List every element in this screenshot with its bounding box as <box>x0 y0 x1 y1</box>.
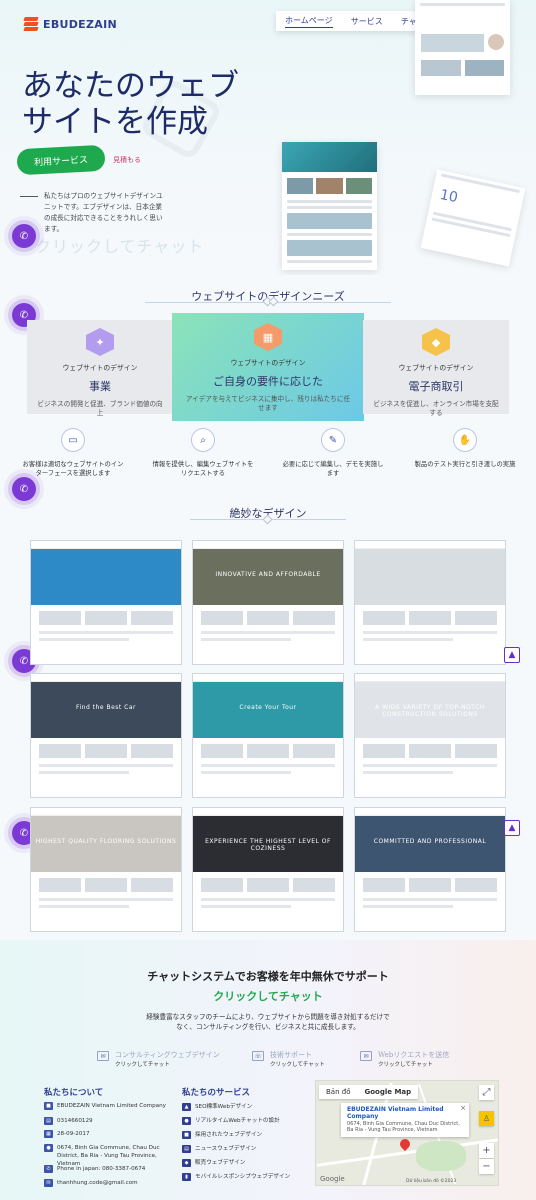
logo-icon <box>23 17 39 31</box>
hero-section: EBUDEZAIN ホームページ サービス チャット 意匠 あなたのウェブ サイ… <box>0 0 536 275</box>
service-link[interactable]: ● リアルタイムWebチャットの設計 <box>182 1117 308 1125</box>
hero-title: あなたのウェブ サイトを作成 <box>22 68 239 140</box>
company-name: ■ EBUDEZAIN Vietnam Limited Company <box>44 1102 169 1110</box>
contact-tech-support[interactable]: ☏ 技術サポート クリックしてチャット <box>252 1050 325 1068</box>
services-heading: 私たちのサービス <box>182 1088 251 1098</box>
portfolio-thumbnail[interactable]: Create Your Tour <box>192 673 344 798</box>
service-card-custom[interactable]: ▦ ウェブサイトのデザイン ご自身の要件に応じた アイデアを与えてビジネスに集中… <box>172 313 364 421</box>
mobile-icon: ▮ <box>182 1173 191 1181</box>
close-icon[interactable]: × <box>460 1104 466 1112</box>
thumbnail-caption: Find the Best Car <box>76 704 136 711</box>
service-link[interactable]: ◆ 販売ウェブデザイン <box>182 1159 308 1167</box>
portfolio-thumbnail[interactable]: EXPERIENCE THE HIGHEST LEVEL OF COZINESS <box>192 807 344 932</box>
chat-icon: ✉ <box>97 1051 109 1061</box>
portfolio-thumbnail[interactable]: COMMITTED AND PROFESSIONAL <box>354 807 506 932</box>
nav-item-home[interactable]: ホームページ <box>285 15 333 28</box>
support-description: 経験豊富なスタッフのチームにより、ウェブサイトから問題を導き対処するだけでなく、… <box>146 1013 390 1031</box>
scan-icon: ⌕ <box>191 428 215 452</box>
portfolio-thumbnail[interactable]: INNOVATIVE AND AFFORDABLE <box>192 540 344 665</box>
hero-mockup-center <box>282 142 377 270</box>
mail-icon: ✉ <box>360 1051 372 1061</box>
map-type-tabs: Bản đồ Google Map <box>319 1085 419 1099</box>
scroll-top-button[interactable]: ▲ <box>504 820 520 836</box>
service-link[interactable]: ▲ SEO標準Webデザイン <box>182 1103 308 1111</box>
zoom-in-button[interactable]: + <box>479 1143 494 1158</box>
process-step-4: ✋ 製品のテスト実行と引き渡しの実施 <box>410 428 520 469</box>
nav-item-services[interactable]: サービス <box>351 16 383 27</box>
contact-web-request[interactable]: ✉ Webリクエストを送信 クリックしてチャット <box>360 1050 449 1068</box>
services-button[interactable]: 利用サービス <box>16 144 106 176</box>
support-title: チャットシステムでお客様を年中無休でサポート <box>147 970 389 983</box>
support-icon: ☏ <box>252 1051 264 1061</box>
process-step-3: ✎ 必要に応じて編集し、デモを実施します <box>280 428 386 478</box>
location-pin-icon[interactable] <box>397 1136 413 1152</box>
thumbnail-caption: COMMITTED AND PROFESSIONAL <box>373 838 487 845</box>
chat-icon: ● <box>182 1117 191 1125</box>
thumbnail-caption: A WIDE VARIETY OF TOP-NOTCH CONSTRUCTION… <box>375 704 485 718</box>
cart-icon: ◆ <box>182 1159 191 1167</box>
thumbnail-caption: HIGHEST QUALITY FLOORING SOLUTIONS <box>35 838 177 845</box>
email-link[interactable]: ✉ thanhhung.code@gmail.com <box>44 1179 169 1187</box>
google-map[interactable]: Bản đồ Google Map ⤢ EBUDEZAIN Vietnam Li… <box>315 1080 499 1186</box>
fullscreen-icon[interactable]: ⤢ <box>479 1085 494 1100</box>
map-tab-google[interactable]: Google Map <box>357 1085 418 1099</box>
phone-icon[interactable]: ✆ <box>12 477 36 501</box>
phone-icon: ✆ <box>44 1165 53 1173</box>
google-logo: Google <box>320 1175 345 1183</box>
news-icon: ▤ <box>182 1145 191 1153</box>
sparkle-icon: ✦ <box>86 328 114 356</box>
hero-mockup-top <box>415 0 510 95</box>
thumbnail-caption: INNOVATIVE AND AFFORDABLE <box>215 571 321 578</box>
service-link[interactable]: ■ 採用されたウェブデザイン <box>182 1131 308 1139</box>
portfolio-thumbnail[interactable] <box>354 540 506 665</box>
service-card-ecommerce[interactable]: ◆ ウェブサイトのデザイン 電子商取引 ビジネスを促進し、オンライン市場を支配す… <box>363 320 509 417</box>
scroll-top-button[interactable]: ▲ <box>504 647 520 663</box>
portfolio-thumbnail[interactable]: A WIDE VARIETY OF TOP-NOTCH CONSTRUCTION… <box>354 673 506 798</box>
tax-code: ▤ 0314660129 <box>44 1117 169 1125</box>
chat-ghost-text: クリックしてチャット <box>35 237 205 256</box>
map-footer-text: Dữ liệu bản đồ ©2023 <box>406 1179 457 1184</box>
about-heading: 私たちについて <box>44 1088 104 1098</box>
map-tab-map[interactable]: Bản đồ <box>319 1085 357 1099</box>
pegman-icon[interactable]: ♙ <box>479 1111 494 1126</box>
phone-icon[interactable]: ✆ <box>12 224 36 248</box>
portfolio-thumbnail[interactable] <box>30 540 182 665</box>
mail-icon: ✉ <box>44 1179 53 1187</box>
wand-icon: ✎ <box>321 428 345 452</box>
founded-date: ▦ 28-09-2017 <box>44 1130 169 1138</box>
contact-consulting[interactable]: ✉ コンサルティングウェブデザイン クリックしてチャット <box>97 1050 220 1068</box>
calendar-icon: ▦ <box>44 1130 53 1138</box>
phone-japan[interactable]: ✆ Phone in japan: 080-3387-0674 <box>44 1165 169 1173</box>
id-card-icon: ▤ <box>44 1117 53 1125</box>
hero-description: 私たちはプロのウェブサイトデザインユニットです。エブデザインは、日本企業の成長に… <box>44 192 163 233</box>
portfolio-thumbnail[interactable]: HIGHEST QUALITY FLOORING SOLUTIONS <box>30 807 182 932</box>
service-card-business[interactable]: ✦ ウェブサイトのデザイン 事業 ビジネスの開発と促進、ブランド価値の向上 <box>27 320 173 417</box>
hero-mockup-right: 10 <box>420 169 526 267</box>
process-step-1: ▭ お客様は適切なウェブサイトのインターフェースを選択します <box>20 428 126 478</box>
service-link[interactable]: ▮ モバイルレスポンシブウェブデザイン <box>182 1173 312 1181</box>
location-icon: ● <box>44 1144 53 1152</box>
map-info-window: EBUDEZAIN Vietnam Limited Company 0674, … <box>341 1103 469 1137</box>
process-step-2: ⌕ 情報を提供し、編集ウェブサイトをリクエストする <box>150 428 256 478</box>
service-link[interactable]: ▤ ニュースウェブデザイン <box>182 1145 308 1153</box>
thumbnail-caption: EXPERIENCE THE HIGHEST LEVEL OF COZINESS <box>205 838 331 852</box>
chat-cta-link[interactable]: クリックしてチャット <box>0 988 536 1004</box>
recruit-icon: ■ <box>182 1131 191 1139</box>
brand-name: EBUDEZAIN <box>43 17 117 31</box>
brand-logo[interactable]: EBUDEZAIN <box>23 17 117 31</box>
monitor-icon: ▭ <box>61 428 85 452</box>
bag-icon: ◆ <box>422 328 450 356</box>
zoom-out-button[interactable]: − <box>479 1159 494 1174</box>
hand-icon: ✋ <box>453 428 477 452</box>
building-icon: ■ <box>44 1102 53 1110</box>
seo-icon: ▲ <box>182 1103 191 1111</box>
thumbnail-caption: Create Your Tour <box>239 704 297 711</box>
quote-link[interactable]: 見積もる <box>113 155 141 165</box>
grid-icon: ▦ <box>254 323 282 351</box>
portfolio-thumbnail[interactable]: Find the Best Car <box>30 673 182 798</box>
divider <box>20 196 38 197</box>
